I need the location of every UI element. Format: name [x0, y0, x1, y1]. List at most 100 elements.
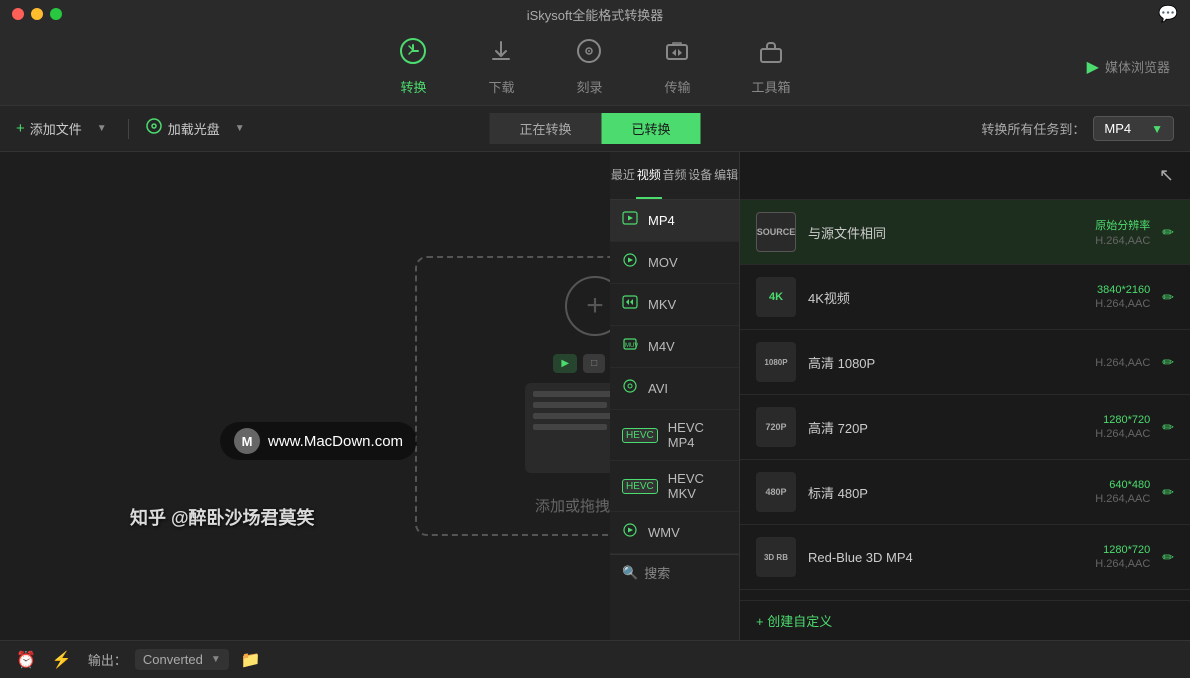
tab-device[interactable]: 设备: [687, 152, 713, 199]
quality-source-name: 与源文件相同: [808, 223, 1083, 242]
3drb-icon: 3D RB: [756, 537, 796, 577]
media-browser-icon: ▶: [1087, 57, 1099, 77]
quality-1080p-edit-icon[interactable]: ✏: [1162, 354, 1174, 371]
output-dropdown[interactable]: Converted ▼: [135, 649, 229, 670]
minimize-button[interactable]: [31, 8, 43, 20]
nav-convert-label: 转换: [400, 77, 426, 96]
nav-download-label: 下载: [488, 77, 514, 96]
tab-converting[interactable]: 正在转换: [489, 113, 601, 144]
tab-device-label: 设备: [688, 166, 712, 183]
quality-480p-codec: H.264,AAC: [1095, 493, 1150, 505]
statusbar: ⏰ ⚡ 输出： Converted ▼ 📁: [0, 640, 1190, 678]
tab-edit[interactable]: 编辑: [713, 152, 739, 199]
1080p-icon: 1080P: [756, 342, 796, 382]
folder-icon[interactable]: 📁: [241, 650, 261, 670]
nav-transfer[interactable]: 传输: [663, 37, 691, 96]
media-browser-button[interactable]: ▶ 媒体浏览器: [1087, 57, 1170, 77]
mkv-icon: [622, 294, 638, 315]
format-item-mp4[interactable]: MP4: [610, 200, 739, 242]
load-disc-dropdown-arrow[interactable]: ▼: [230, 121, 250, 136]
clock-icon[interactable]: ⏰: [16, 650, 36, 670]
cursor-pointer: ↖: [1159, 165, 1174, 186]
quality-1080p-info: 高清 1080P: [808, 353, 1083, 372]
bolt-icon[interactable]: ⚡: [52, 650, 72, 670]
burn-icon: [575, 37, 603, 72]
quality-item-source[interactable]: SOURCE 与源文件相同 原始分辨率 H.264,AAC ✏: [740, 200, 1190, 265]
720p-icon: 720P: [756, 407, 796, 447]
tab-audio[interactable]: 音频: [662, 152, 688, 199]
add-file-dropdown-arrow[interactable]: ▼: [92, 121, 112, 136]
format-item-mkv[interactable]: MKV: [610, 284, 739, 326]
format-item-wmv[interactable]: WMV: [610, 512, 739, 554]
quality-item-720p[interactable]: 720P 高清 720P 1280*720 H.264,AAC ✏: [740, 395, 1190, 460]
format-right: ↖ SOURCE 与源文件相同 原始分辨率 H.264,AAC ✏: [740, 152, 1190, 640]
format-item-mov[interactable]: MOV: [610, 242, 739, 284]
format-selector: 转换所有任务到： MP4 ▼: [981, 116, 1174, 141]
nav-toolbox[interactable]: 工具箱: [751, 37, 790, 96]
quality-480p-edit-icon[interactable]: ✏: [1162, 484, 1174, 501]
quality-source-edit-icon[interactable]: ✏: [1162, 224, 1174, 241]
tab-recent[interactable]: 最近: [610, 152, 636, 199]
quality-4k-edit-icon[interactable]: ✏: [1162, 289, 1174, 306]
quality-720p-info: 高清 720P: [808, 418, 1083, 437]
nav-burn-label: 刻录: [576, 77, 602, 96]
quality-3drb-specs: 1280*720 H.264,AAC: [1095, 544, 1150, 570]
quality-3drb-codec: H.264,AAC: [1095, 558, 1150, 570]
m4v-icon: MUV: [622, 336, 638, 357]
add-file-button[interactable]: + 添加文件: [16, 119, 82, 138]
quality-item-4k[interactable]: 4K 4K视频 3840*2160 H.264,AAC ✏: [740, 265, 1190, 330]
quality-item-1080p[interactable]: 1080P 高清 1080P H.264,AAC ✏: [740, 330, 1190, 395]
quality-source-info: 与源文件相同: [808, 223, 1083, 242]
format-item-hevc-mkv[interactable]: HEVC HEVC MKV: [610, 461, 739, 512]
tab-video[interactable]: 视频: [636, 152, 662, 199]
format-item-hevc-mp4[interactable]: HEVC HEVC MP4: [610, 410, 739, 461]
format-mov-label: MOV: [648, 255, 678, 270]
quality-3drb-edit-icon[interactable]: ✏: [1162, 549, 1174, 566]
quality-720p-edit-icon[interactable]: ✏: [1162, 419, 1174, 436]
quality-1080p-name: 高清 1080P: [808, 353, 1083, 372]
navbar: 转换 下载 刻录 传输: [0, 28, 1190, 106]
format-item-m4v[interactable]: MUV M4V: [610, 326, 739, 368]
add-file-label: 添加文件: [30, 119, 82, 138]
nav-download[interactable]: 下载: [487, 37, 515, 96]
quality-list: SOURCE 与源文件相同 原始分辨率 H.264,AAC ✏ 4K: [740, 200, 1190, 600]
quality-item-3drb[interactable]: 3D RB Red-Blue 3D MP4 1280*720 H.264,AAC…: [740, 525, 1190, 590]
add-custom-label: + 创建自定义: [756, 611, 832, 630]
tab-audio-label: 音频: [662, 166, 686, 183]
quality-item-3dlr[interactable]: 3D LR Left-Right 3D MP4 1280*720 H.264,A…: [740, 590, 1190, 600]
close-button[interactable]: [12, 8, 24, 20]
nav-toolbox-label: 工具箱: [751, 77, 790, 96]
quality-3drb-res: 1280*720: [1103, 544, 1150, 556]
output-area: 输出： Converted ▼ 📁: [88, 649, 261, 670]
window-buttons[interactable]: [12, 8, 62, 20]
add-custom-button[interactable]: + 创建自定义: [740, 600, 1190, 640]
disc-icon: [145, 117, 163, 140]
quality-4k-info: 4K视频: [808, 288, 1083, 307]
nav-burn[interactable]: 刻录: [575, 37, 603, 96]
format-panel: 最近 视频 音频 设备 编辑: [610, 152, 1190, 640]
format-hevc-mkv-label: HEVC MKV: [668, 471, 727, 501]
tabs-area: 正在转换 已转换: [489, 113, 700, 144]
format-item-avi[interactable]: AVI: [610, 368, 739, 410]
format-dropdown[interactable]: MP4 ▼: [1093, 116, 1174, 141]
quality-3drb-name: Red-Blue 3D MP4: [808, 550, 1083, 565]
tab-converted[interactable]: 已转换: [602, 113, 701, 144]
quality-item-480p[interactable]: 480P 标清 480P 640*480 H.264,AAC ✏: [740, 460, 1190, 525]
search-label: 搜索: [644, 563, 670, 582]
convert-icon: [399, 37, 427, 72]
add-file-icon: +: [16, 120, 25, 137]
tab-video-label: 视频: [637, 166, 661, 183]
maximize-button[interactable]: [50, 8, 62, 20]
nav-convert[interactable]: 转换: [399, 37, 427, 96]
format-search-button[interactable]: 🔍 搜索: [610, 554, 739, 590]
quality-480p-name: 标清 480P: [808, 483, 1083, 502]
hevc-mkv-icon: HEVC: [622, 479, 658, 494]
hevc-mp4-icon: HEVC: [622, 428, 658, 443]
load-disc-button[interactable]: 加载光盘: [145, 117, 220, 140]
mp4-icon: [622, 210, 638, 231]
quality-4k-specs: 3840*2160 H.264,AAC: [1095, 284, 1150, 310]
convert-all-label: 转换所有任务到：: [981, 119, 1085, 138]
doc-file-icon: □: [583, 354, 605, 373]
chat-icon[interactable]: 💬: [1158, 4, 1178, 24]
quality-4k-res: 3840*2160: [1097, 284, 1150, 296]
